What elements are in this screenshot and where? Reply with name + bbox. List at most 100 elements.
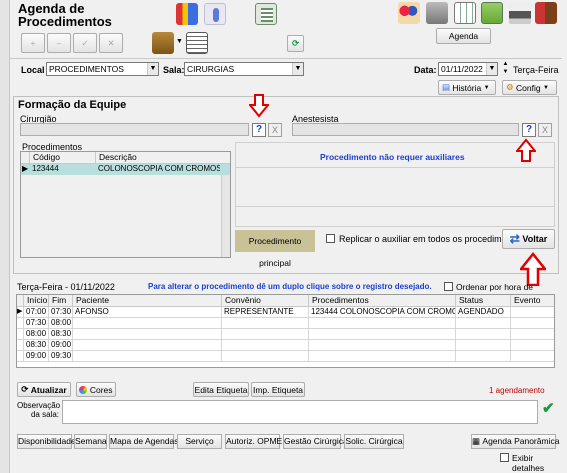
chevron-down-icon[interactable]: ▼ xyxy=(176,38,183,45)
agenda-panoramica-button[interactable]: ▦ Agenda Panorâmica xyxy=(471,434,559,449)
confirm-check-icon[interactable]: ✔ xyxy=(542,401,558,417)
gift-icon[interactable] xyxy=(176,3,198,25)
table-cell-inicio[interactable]: 08:00 xyxy=(24,329,49,340)
table-cell-convenio[interactable] xyxy=(222,318,309,329)
cirurgiao-search-button[interactable]: ? xyxy=(252,123,266,137)
gestao-cirurgica-button[interactable]: Gestão Cirúrgica xyxy=(283,434,348,449)
exit-door-icon[interactable] xyxy=(535,2,557,24)
edita-etiqueta-button[interactable]: Edita Etiqueta xyxy=(193,382,249,397)
table-cell-status[interactable] xyxy=(456,340,511,351)
col-procedimentos[interactable]: Procedimentos xyxy=(309,295,456,307)
local-select[interactable]: PROCEDIMENTOS ▼ xyxy=(46,62,159,76)
cirurgiao-clear-button[interactable]: X xyxy=(268,123,282,137)
col-inicio[interactable]: Início xyxy=(24,295,49,307)
servico-button[interactable]: Serviço xyxy=(177,434,222,449)
table-cell-procedimentos[interactable] xyxy=(309,318,456,329)
historia-button[interactable]: ▤ História ▼ xyxy=(438,80,496,95)
table-row[interactable]: ▶ 123444 COLONOSCOPIA COM CROMOSCOPIA xyxy=(21,164,230,175)
table-cell-fim[interactable]: 09:30 xyxy=(49,351,73,362)
sala-label: Sala: xyxy=(163,65,185,75)
disponibilidade-button[interactable]: Disponibilidade xyxy=(17,434,76,449)
table-cell-inicio[interactable]: 09:00 xyxy=(24,351,49,362)
table-cell-convenio[interactable]: REPRESENTANTE xyxy=(222,307,309,318)
folders-icon[interactable] xyxy=(152,32,174,54)
table-cell-convenio[interactable] xyxy=(222,329,309,340)
sala-select[interactable]: CIRURGIAS ▼ xyxy=(184,62,304,76)
chevron-down-icon: ▼ xyxy=(483,84,490,91)
table-cell-paciente[interactable]: AFONSO xyxy=(73,307,222,318)
vertical-scrollbar[interactable] xyxy=(221,175,230,257)
anestesista-search-button[interactable]: ? xyxy=(522,123,536,137)
table-cell-convenio[interactable] xyxy=(222,351,309,362)
imp-etiqueta-button[interactable]: Imp. Etiqueta xyxy=(251,382,305,397)
people-group-icon[interactable] xyxy=(398,2,420,24)
table-cell-status[interactable] xyxy=(456,318,511,329)
col-convenio[interactable]: Convênio xyxy=(222,295,309,307)
table-cell-inicio[interactable]: 07:30 xyxy=(24,318,49,329)
procedures-grid[interactable]: Código Descrição ▶ 123444 COLONOSCOPIA C… xyxy=(20,151,231,258)
table-cell-fim[interactable]: 08:30 xyxy=(49,329,73,340)
col-descricao[interactable]: Descrição xyxy=(96,152,230,164)
table-cell-paciente[interactable] xyxy=(73,351,222,362)
add-icon[interactable]: + xyxy=(21,33,45,53)
table-cell-procedimentos[interactable]: 123444 COLONOSCOPIA COM CROMOSCOPIA xyxy=(309,307,456,318)
table-cell-paciente[interactable] xyxy=(73,340,222,351)
printer-icon[interactable] xyxy=(509,2,531,24)
person-walking-icon[interactable] xyxy=(204,3,226,25)
anestesista-clear-button[interactable]: X xyxy=(538,123,552,137)
col-fim[interactable]: Fim xyxy=(49,295,73,307)
exibir-checkbox[interactable] xyxy=(500,453,509,462)
table-cell-fim[interactable]: 07:30 xyxy=(49,307,73,318)
table-cell-evento[interactable] xyxy=(511,351,554,362)
table-cell-convenio[interactable] xyxy=(222,340,309,351)
cores-button[interactable]: Cores xyxy=(76,382,116,397)
document-list-icon[interactable] xyxy=(186,32,208,54)
solic-cirurgica-button[interactable]: Solic. Cirúrgica xyxy=(344,434,404,449)
col-codigo[interactable]: Código xyxy=(30,152,96,164)
config-button[interactable]: ⚙ Config ▼ xyxy=(502,80,557,95)
agenda-button[interactable]: Agenda xyxy=(436,28,491,44)
money-icon[interactable] xyxy=(481,2,503,24)
table-cell-status[interactable] xyxy=(456,351,511,362)
atualizar-button[interactable]: ⟳ Atualizar xyxy=(17,382,71,397)
table-cell-paciente[interactable] xyxy=(73,318,222,329)
calculator-icon[interactable] xyxy=(255,3,277,25)
table-cell-procedimentos[interactable] xyxy=(309,329,456,340)
voltar-button[interactable]: ⇄ Voltar xyxy=(502,229,555,249)
table-cell-fim[interactable]: 08:00 xyxy=(49,318,73,329)
table-cell-inicio[interactable]: 07:00 xyxy=(24,307,49,318)
anestesista-field[interactable] xyxy=(292,123,519,136)
red-arrow-down-icon xyxy=(249,94,269,118)
col-paciente[interactable]: Paciente xyxy=(73,295,222,307)
table-cell-procedimentos[interactable] xyxy=(309,351,456,362)
table-cell-evento[interactable] xyxy=(511,340,554,351)
table-cell-evento[interactable] xyxy=(511,329,554,340)
calendar-grid-icon[interactable] xyxy=(454,2,476,24)
check-icon[interactable]: ✓ xyxy=(73,33,97,53)
order-checkbox[interactable] xyxy=(444,282,453,291)
date-spinner[interactable]: ▲ ▼ xyxy=(501,60,510,77)
col-status[interactable]: Status xyxy=(456,295,511,307)
table-cell-status[interactable] xyxy=(456,329,511,340)
date-picker[interactable]: 01/11/2022 ▼ xyxy=(438,62,498,76)
autoriz-opme-button[interactable]: Autoriz. OPME xyxy=(225,434,282,449)
replicar-checkbox[interactable] xyxy=(326,234,335,243)
minus-icon[interactable]: – xyxy=(47,33,71,53)
schedule-grid[interactable]: Início Fim Paciente Convênio Procediment… xyxy=(16,294,555,368)
obs-textarea[interactable] xyxy=(62,400,538,424)
cash-register-icon[interactable] xyxy=(426,2,448,24)
table-cell-evento[interactable] xyxy=(511,318,554,329)
semana-button[interactable]: Semana xyxy=(74,434,107,449)
cancel-icon[interactable]: ✕ xyxy=(99,33,123,53)
mapa-de-agendas-button[interactable]: Mapa de Agendas xyxy=(109,434,179,449)
table-cell-status[interactable]: AGENDADO xyxy=(456,307,511,318)
col-evento[interactable]: Evento xyxy=(511,295,554,307)
table-cell-evento[interactable] xyxy=(511,307,554,318)
table-cell-fim[interactable]: 09:00 xyxy=(49,340,73,351)
cirurgiao-field[interactable] xyxy=(20,123,249,136)
table-cell-paciente[interactable] xyxy=(73,329,222,340)
table-cell-procedimentos[interactable] xyxy=(309,340,456,351)
refresh-icon[interactable]: ⟳ xyxy=(287,35,304,52)
gear-icon: ⚙ xyxy=(506,82,514,92)
table-cell-inicio[interactable]: 08:30 xyxy=(24,340,49,351)
